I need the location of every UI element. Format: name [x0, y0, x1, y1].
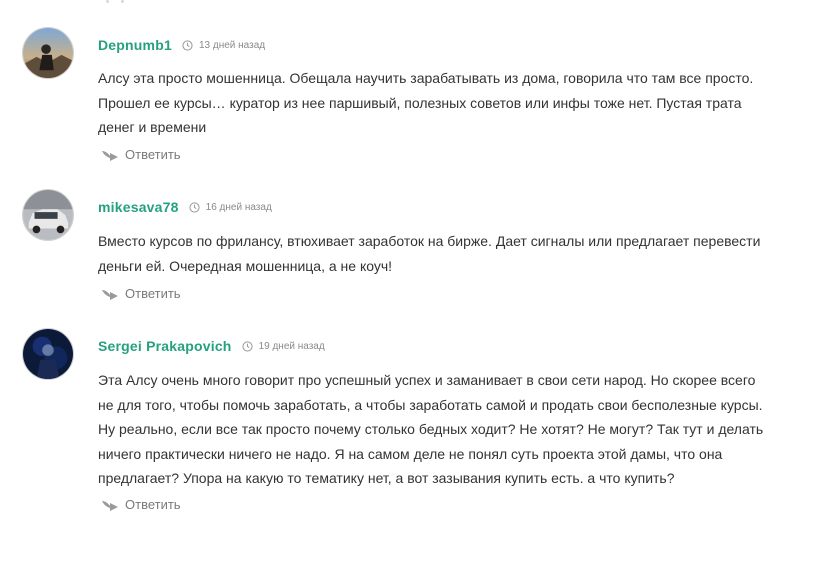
reply-label: Ответить — [125, 286, 181, 301]
comment-meta: mikesava78 16 дней назад — [98, 199, 272, 215]
avatar[interactable] — [22, 328, 74, 380]
comments-list: Depnumb1 13 дней назад Алсу эта просто м… — [0, 0, 816, 570]
clock-icon — [241, 340, 253, 352]
comment-time-link[interactable]: 19 дней назад — [241, 340, 325, 352]
comment-meta: Sergei Prakapovich 19 дней назад — [98, 338, 325, 354]
comment-text: Вместо курсов по фрилансу, втюхивает зар… — [98, 233, 761, 274]
comment-meta: Depnumb1 13 дней назад — [98, 37, 265, 53]
avatar[interactable] — [22, 189, 74, 241]
reply-button[interactable]: Ответить — [101, 286, 181, 301]
comment-time-link[interactable]: 16 дней назад — [189, 202, 272, 213]
reply-button[interactable]: Ответить — [101, 147, 181, 162]
comment-author[interactable]: Sergei Prakapovich — [98, 338, 232, 354]
comment-text: Алсу эта просто мошенница. Обещала научи… — [98, 70, 754, 135]
clock-icon — [189, 201, 200, 213]
comment-time: 13 дней назад — [198, 39, 266, 51]
reply-button[interactable]: Ответить — [101, 497, 181, 512]
comment-time-link[interactable]: 13 дней назад — [182, 40, 265, 51]
reply-label: Ответить — [125, 497, 181, 512]
avatar[interactable] — [22, 27, 74, 79]
top-divider — [106, 0, 124, 3]
reply-arrow-icon — [102, 500, 118, 511]
clock-icon — [182, 39, 193, 51]
comment-time: 19 дней назад — [258, 340, 325, 352]
comment-author[interactable]: mikesava78 — [98, 199, 179, 215]
reply-label: Ответить — [125, 147, 181, 162]
reply-arrow-icon — [102, 150, 118, 161]
comment-text: Эта Алсу очень много говорит про успешны… — [98, 372, 764, 486]
comment-author[interactable]: Depnumb1 — [98, 37, 172, 53]
reply-arrow-icon — [102, 289, 118, 300]
comment-time: 16 дней назад — [205, 201, 272, 213]
